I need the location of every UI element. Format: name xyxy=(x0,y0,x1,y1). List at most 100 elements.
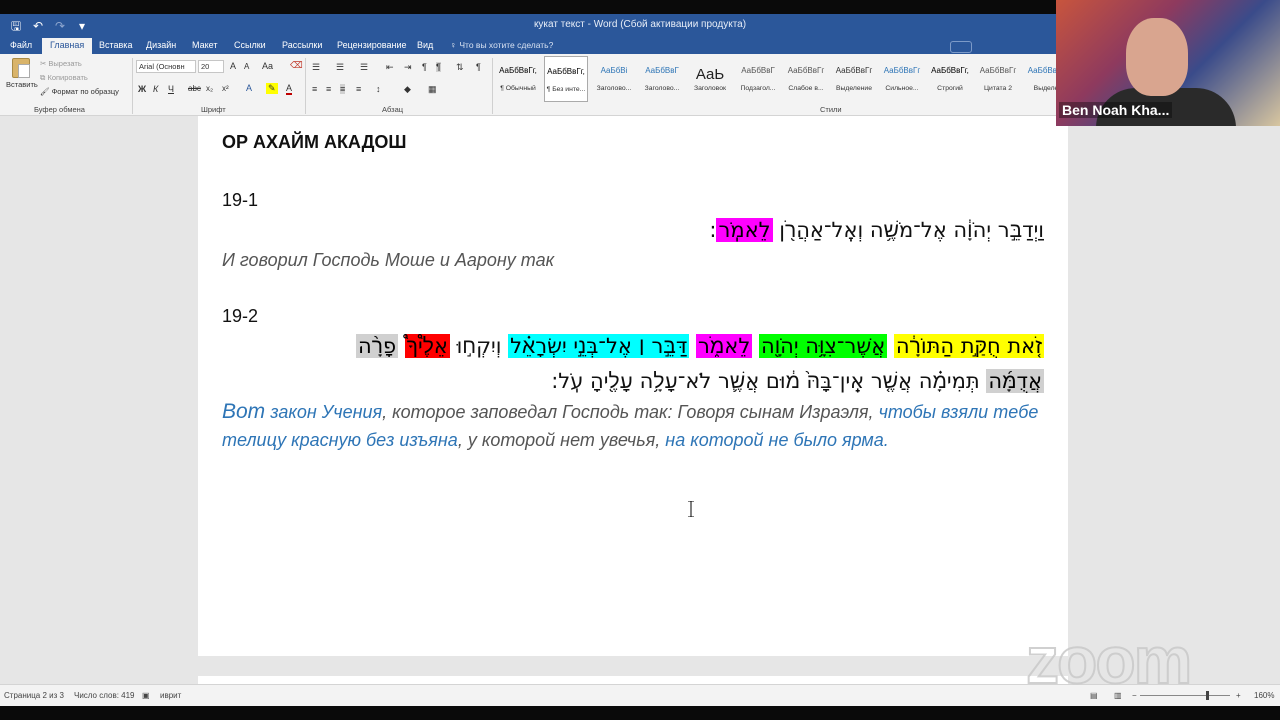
numbering-icon[interactable]: ☰ xyxy=(336,62,344,73)
tab-mailings[interactable]: Рассылки xyxy=(282,40,322,50)
shading-icon[interactable]: ◆ xyxy=(404,84,411,95)
zoom-in-icon[interactable]: + xyxy=(1236,691,1241,700)
group-divider xyxy=(132,58,133,114)
decrease-indent-icon[interactable]: ⇤ xyxy=(386,62,394,73)
rtl-icon[interactable]: ¶ xyxy=(436,62,441,72)
text-cursor-icon xyxy=(688,501,694,517)
clear-format-icon[interactable]: ⌫ xyxy=(290,60,303,71)
font-color-button[interactable]: A xyxy=(286,83,293,95)
ltr-icon[interactable]: ¶ xyxy=(422,62,427,72)
justify-icon[interactable]: ≡ xyxy=(356,84,361,94)
underline-button[interactable]: Ч xyxy=(168,84,174,94)
verse-2-russian: Вот закон Учения, которое заповедал Госп… xyxy=(222,398,1044,454)
paragraph-group-label: Абзац xyxy=(382,105,404,114)
increase-indent-icon[interactable]: ⇥ xyxy=(404,62,412,73)
hebrew-highlight-segment: זֹ֚את חֻקַּ֣ת הַתּוֹרָ֔ה xyxy=(893,334,1044,358)
hebrew-highlight-segment: אֲשֶׁר־צִוָּ֥ה יְהֹוָ֖ה xyxy=(758,334,888,358)
zoom-slider-thumb[interactable] xyxy=(1206,691,1209,700)
customize-icon[interactable]: ▾ xyxy=(74,18,90,34)
font-size-select[interactable]: 20 xyxy=(198,60,224,73)
bullets-icon[interactable]: ☰ xyxy=(312,62,320,73)
save-icon[interactable]: 🖫 xyxy=(8,18,24,34)
align-left-icon[interactable]: ≡ xyxy=(312,84,317,94)
line-spacing-icon[interactable]: ↕ xyxy=(376,84,381,94)
hebrew-highlight-segment: דַּבֵּ֣ר ׀ אֶל־בְּנֵ֣י יִשְׂרָאֵ֗ל xyxy=(508,334,690,358)
tab-view[interactable]: Вид xyxy=(417,40,433,50)
group-divider xyxy=(305,58,306,114)
ru-part-7: . xyxy=(883,430,889,450)
style-name: Заголовок xyxy=(694,85,726,92)
style-sample: АаБбВвГг, xyxy=(931,66,969,75)
bold-button[interactable]: Ж xyxy=(138,84,146,94)
style-item[interactable]: АаБбВвГг Сильное... xyxy=(880,56,924,102)
cut-label: Вырезать xyxy=(48,59,82,68)
page-count[interactable]: Страница 2 из 3 xyxy=(4,691,64,700)
undo-icon[interactable]: ↶ xyxy=(30,18,46,34)
font-name-select[interactable]: Arial (Основн xyxy=(136,60,196,73)
strikethrough-button[interactable]: abc xyxy=(188,84,201,93)
tab-file[interactable]: Файл xyxy=(10,40,32,50)
verse-number-1: 19-1 xyxy=(222,190,259,210)
participant-video[interactable]: Ben Noah Kha... xyxy=(1056,0,1280,126)
grow-font-button[interactable]: A xyxy=(230,61,236,71)
style-item[interactable]: АаБбВвГг, ¶ Обычный xyxy=(496,56,540,102)
paste-button[interactable]: Вставить xyxy=(6,58,38,98)
redo-icon[interactable]: ↷ xyxy=(52,18,68,34)
superscript-button[interactable]: x² xyxy=(222,84,229,93)
verse-2-hebrew-line-2: אֲדֻמָּ֜ה תְּמִימָ֗ה אֲשֶׁ֤ר אֵֽין־בָּהּ… xyxy=(222,366,1044,396)
word-count[interactable]: Число слов: 419 xyxy=(74,691,134,700)
style-item[interactable]: АаБбВвГ Подзагол... xyxy=(736,56,780,102)
shrink-font-button[interactable]: A xyxy=(244,62,249,71)
italic-button[interactable]: К xyxy=(153,84,158,94)
account-icon[interactable] xyxy=(950,41,972,53)
format-painter-button[interactable]: 🖌 Формат по образцу xyxy=(40,87,119,96)
style-item[interactable]: АаБбВвГг, Строгий xyxy=(928,56,972,102)
style-item[interactable]: АаБбВвГг Цитата 2 xyxy=(976,56,1020,102)
cut-button[interactable]: ✂ Вырезать xyxy=(40,59,82,68)
tab-layout[interactable]: Макет xyxy=(192,40,217,50)
tab-insert[interactable]: Вставка xyxy=(99,40,132,50)
style-item[interactable]: АаЬ Заголовок xyxy=(688,56,732,102)
sort-icon[interactable]: ⇅ xyxy=(456,62,464,73)
subscript-button[interactable]: x₂ xyxy=(206,84,213,93)
style-item[interactable]: АаБбВвГг Выделение xyxy=(832,56,876,102)
quick-access-toolbar: 🖫 ↶ ↷ ▾ xyxy=(8,18,90,34)
tab-home[interactable]: Главная xyxy=(42,38,93,54)
lightbulb-icon: ♀ xyxy=(450,40,457,50)
borders-icon[interactable]: ▦ xyxy=(428,84,437,95)
verse-1-russian: И говорил Господь Моше и Аарону так xyxy=(222,250,555,270)
style-sample: АаБбВвГг, xyxy=(499,66,537,75)
text-effects-icon[interactable]: A xyxy=(246,83,252,93)
zoom-level[interactable]: 160% xyxy=(1254,691,1274,700)
zoom-watermark: zoom xyxy=(1025,622,1193,698)
window-title: кукат текст - Word (Сбой активации проду… xyxy=(533,19,747,30)
change-case-button[interactable]: Aa xyxy=(262,61,273,71)
proofing-icon[interactable]: ▣ xyxy=(142,691,150,700)
style-item[interactable]: АаБбВвГг, ¶ Без инте... xyxy=(544,56,588,102)
tab-review[interactable]: Рецензирование xyxy=(337,40,407,50)
document-page[interactable]: ОР АХАЙМ АКАДОШ 19-1 וַיְדַבֵּ֣ר יְהֹוָ֔… xyxy=(198,116,1068,656)
verse-1-highlight: לֵאמֹֽר xyxy=(716,218,773,242)
tell-me-box[interactable]: ♀ Что вы хотите сделать? xyxy=(450,40,553,50)
show-marks-icon[interactable]: ¶ xyxy=(476,62,481,72)
copy-label: Копировать xyxy=(47,73,88,82)
style-name: Заголово... xyxy=(644,85,680,92)
align-center-icon[interactable]: ≡ xyxy=(326,84,331,94)
style-item[interactable]: АаБбВвГ Заголово... xyxy=(640,56,684,102)
style-sample: АаБбВвГ xyxy=(645,66,679,75)
align-right-icon[interactable]: ≡ xyxy=(340,84,346,94)
gray-side-panel xyxy=(1068,102,1280,670)
ru-part-5: , у которой нет увечья, xyxy=(457,430,666,450)
tab-references[interactable]: Ссылки xyxy=(234,40,266,50)
verse-1-hebrew: וַיְדַבֵּ֣ר יְהֹוָ֔ה אֶל־מֹשֶׁ֥ה וְאֶֽל־… xyxy=(222,215,1044,245)
multilevel-list-icon[interactable]: ☰ xyxy=(360,62,368,73)
bottom-bar xyxy=(0,706,1280,720)
style-item[interactable]: АаБбВі Заголово... xyxy=(592,56,636,102)
person-head xyxy=(1126,18,1188,96)
highlight-icon[interactable]: ✎ xyxy=(266,83,278,94)
copy-button[interactable]: ⧉ Копировать xyxy=(40,73,88,83)
language-indicator[interactable]: иврит xyxy=(160,691,181,700)
verse-number-2: 19-2 xyxy=(222,306,259,326)
style-item[interactable]: АаБбВвГг Слабое в... xyxy=(784,56,828,102)
tab-design[interactable]: Дизайн xyxy=(146,40,176,50)
